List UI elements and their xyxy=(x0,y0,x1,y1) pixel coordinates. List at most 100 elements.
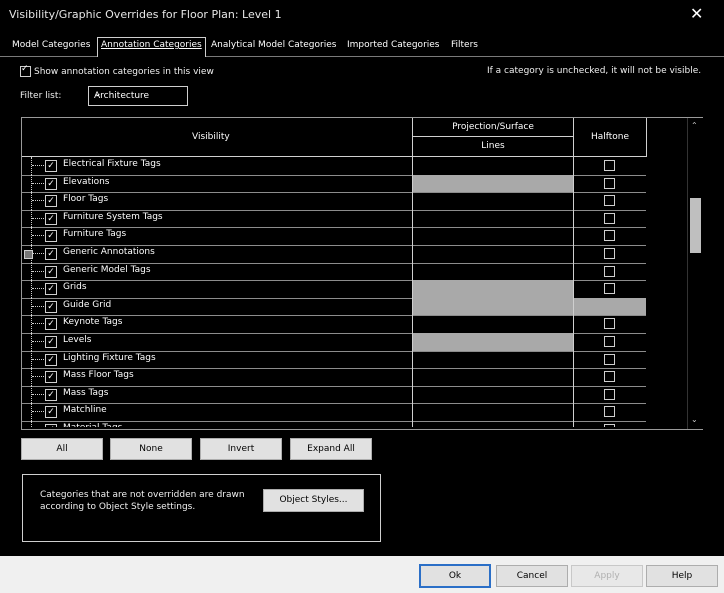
cancel-button[interactable]: Cancel xyxy=(496,565,568,587)
visibility-cell[interactable]: ✓ Furniture System Tags xyxy=(22,209,413,228)
category-visibility-checkbox[interactable]: ✓ xyxy=(45,318,57,331)
halftone-checkbox[interactable] xyxy=(604,353,615,365)
invert-button[interactable]: Invert xyxy=(200,438,282,460)
tab-filters[interactable]: Filters xyxy=(451,40,478,50)
category-visibility-checkbox[interactable]: ✓ xyxy=(45,283,57,296)
categories-grid: Visibility Projection/Surface Lines Half… xyxy=(21,117,703,430)
visibility-cell[interactable]: ✓ Levels xyxy=(22,333,413,351)
table-row[interactable]: ✓ Guide Grid xyxy=(22,297,646,317)
close-icon[interactable]: ✕ xyxy=(690,4,703,23)
visibility-cell[interactable]: ✓ Matchline xyxy=(22,403,413,421)
lines-override-cell[interactable] xyxy=(413,315,574,333)
halftone-checkbox[interactable] xyxy=(604,248,615,259)
lines-override-cell[interactable] xyxy=(413,403,574,421)
lines-override-cell[interactable] xyxy=(413,368,574,386)
lines-override-cell[interactable] xyxy=(413,385,574,404)
category-visibility-checkbox[interactable]: ✓ xyxy=(45,336,57,348)
halftone-checkbox[interactable] xyxy=(604,318,615,330)
category-visibility-checkbox[interactable]: ✓ xyxy=(45,371,57,384)
visibility-cell[interactable]: ✓ Keynote Tags xyxy=(22,315,413,333)
ok-button[interactable]: Ok xyxy=(419,564,491,588)
lines-override-cell[interactable] xyxy=(413,262,574,281)
lines-override-cell[interactable] xyxy=(413,192,574,210)
scroll-up-icon[interactable]: ⌃ xyxy=(691,121,698,130)
table-row[interactable]: ✓ Matchline xyxy=(22,403,646,422)
table-row[interactable]: ✓ Levels xyxy=(22,333,646,352)
category-visibility-checkbox[interactable]: ✓ xyxy=(45,406,57,419)
visibility-cell[interactable]: ✓ Grids xyxy=(22,280,413,298)
table-row[interactable]: ✓ Floor Tags xyxy=(22,192,646,211)
category-visibility-checkbox[interactable]: ✓ xyxy=(45,300,57,313)
tab-analytical-model-categories[interactable]: Analytical Model Categories xyxy=(211,40,336,50)
category-visibility-checkbox[interactable]: ✓ xyxy=(45,424,57,427)
halftone-checkbox[interactable] xyxy=(604,283,615,295)
table-row[interactable]: ✓ Generic Annotations xyxy=(22,245,646,264)
lines-override-cell[interactable] xyxy=(413,209,574,228)
category-visibility-checkbox[interactable]: ✓ xyxy=(45,160,57,172)
category-visibility-checkbox[interactable]: ✓ xyxy=(45,388,57,401)
visibility-cell[interactable]: ✓ Mass Tags xyxy=(22,385,413,404)
filter-list-dropdown[interactable]: Architecture ⌄ xyxy=(88,86,188,106)
visibility-cell[interactable]: ✓ Lighting Fixture Tags xyxy=(22,350,413,369)
halftone-checkbox[interactable] xyxy=(604,336,615,347)
visibility-cell[interactable]: ✓ Material Tags xyxy=(22,421,413,427)
visibility-cell[interactable]: ✓ Generic Model Tags xyxy=(22,262,413,281)
help-button[interactable]: Help xyxy=(646,565,718,587)
apply-button[interactable]: Apply xyxy=(571,565,643,587)
visibility-cell[interactable]: ✓ Electrical Fixture Tags xyxy=(22,157,413,175)
table-row[interactable]: ✓ Grids xyxy=(22,280,646,299)
select-all-button[interactable]: All xyxy=(21,438,103,460)
table-row[interactable]: ✓ Keynote Tags xyxy=(22,315,646,334)
table-row[interactable]: ✓ Electrical Fixture Tags xyxy=(22,157,646,176)
lines-override-cell[interactable] xyxy=(413,157,574,175)
table-row[interactable]: ✓ Mass Tags xyxy=(22,385,646,405)
table-row[interactable]: ✓ Generic Model Tags xyxy=(22,262,646,282)
category-visibility-checkbox[interactable]: ✓ xyxy=(45,353,57,366)
visibility-cell[interactable]: ✓ Generic Annotations xyxy=(22,245,413,263)
category-visibility-checkbox[interactable]: ✓ xyxy=(45,195,57,208)
tab-model-categories[interactable]: Model Categories xyxy=(12,40,90,50)
halftone-checkbox[interactable] xyxy=(604,212,615,224)
halftone-checkbox[interactable] xyxy=(604,160,615,171)
category-visibility-checkbox[interactable]: ✓ xyxy=(45,248,57,260)
visibility-cell[interactable]: ✓ Elevations xyxy=(22,174,413,193)
halftone-checkbox[interactable] xyxy=(604,265,615,277)
category-visibility-checkbox[interactable]: ✓ xyxy=(45,177,57,190)
scrollbar-thumb[interactable] xyxy=(690,198,701,253)
table-row[interactable]: ✓ Elevations xyxy=(22,174,646,194)
halftone-checkbox[interactable] xyxy=(604,371,615,383)
tab-annotation-categories[interactable]: Annotation Categories xyxy=(97,37,206,57)
lines-override-cell[interactable] xyxy=(413,350,574,369)
visibility-cell[interactable]: ✓ Floor Tags xyxy=(22,192,413,210)
category-visibility-checkbox[interactable]: ✓ xyxy=(45,230,57,243)
halftone-checkbox[interactable] xyxy=(604,406,615,418)
table-row[interactable]: ✓ Lighting Fixture Tags xyxy=(22,350,646,370)
halftone-checkbox[interactable] xyxy=(604,177,615,189)
visibility-cell[interactable]: ✓ Mass Floor Tags xyxy=(22,368,413,386)
show-annotation-categories-checkbox[interactable] xyxy=(20,64,31,77)
table-row[interactable]: ✓ Furniture Tags xyxy=(22,227,646,246)
visibility-column-header[interactable]: Visibility xyxy=(22,118,413,157)
expand-all-button[interactable]: Expand All xyxy=(290,438,372,460)
halftone-checkbox[interactable] xyxy=(604,388,615,400)
object-styles-button[interactable]: Object Styles... xyxy=(263,489,364,512)
expand-icon[interactable] xyxy=(24,250,33,259)
halftone-checkbox[interactable] xyxy=(604,195,615,207)
grid-vertical-scrollbar[interactable]: ⌃ ⌄ xyxy=(687,118,703,429)
lines-override-cell[interactable] xyxy=(413,227,574,245)
table-row[interactable]: ✓ Furniture System Tags xyxy=(22,209,646,229)
select-none-button[interactable]: None xyxy=(110,438,192,460)
category-visibility-checkbox[interactable]: ✓ xyxy=(45,265,57,278)
halftone-checkbox[interactable] xyxy=(604,230,615,242)
halftone-checkbox[interactable] xyxy=(604,424,615,427)
show-annotation-categories-option[interactable]: Show annotation categories in this view xyxy=(20,64,214,77)
lines-override-cell[interactable] xyxy=(413,421,574,427)
category-visibility-checkbox[interactable]: ✓ xyxy=(45,212,57,225)
visibility-cell[interactable]: ✓ Guide Grid xyxy=(22,297,413,316)
scroll-down-icon[interactable]: ⌄ xyxy=(691,415,698,424)
tab-imported-categories[interactable]: Imported Categories xyxy=(347,40,440,50)
table-row[interactable]: ✓ Mass Floor Tags xyxy=(22,368,646,387)
table-row[interactable]: ✓ Material Tags xyxy=(22,421,646,427)
lines-override-cell[interactable] xyxy=(413,245,574,263)
visibility-cell[interactable]: ✓ Furniture Tags xyxy=(22,227,413,245)
